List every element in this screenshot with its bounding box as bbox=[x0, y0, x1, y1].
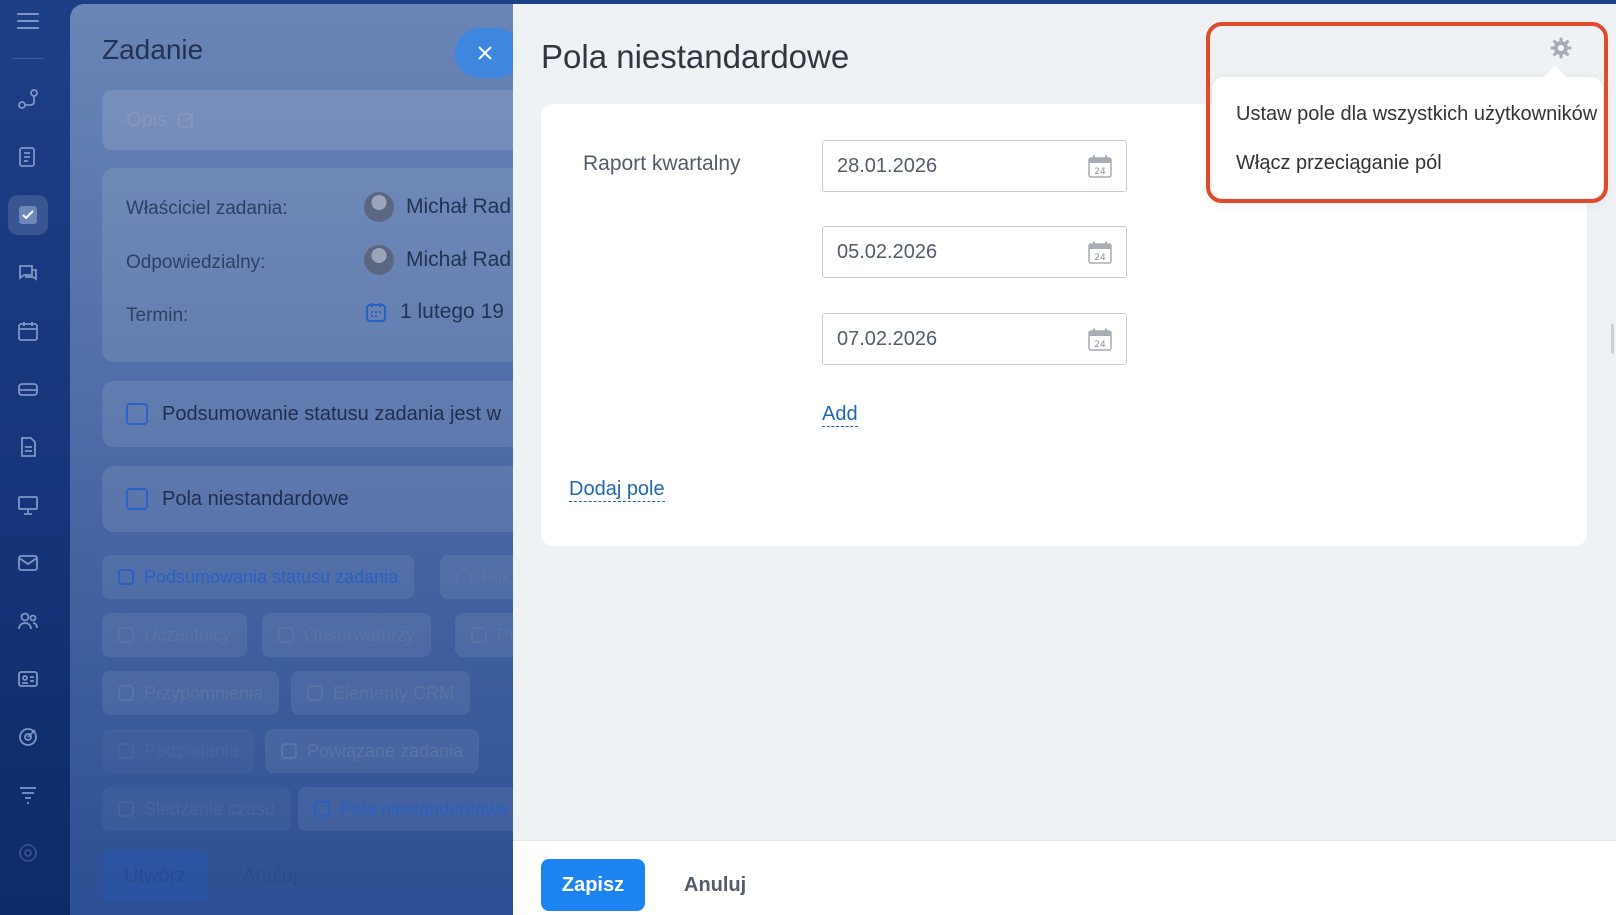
description-placeholder: Opis bbox=[126, 108, 168, 131]
chip-label: Powiązane zadania bbox=[307, 740, 464, 761]
flow-icon bbox=[471, 627, 487, 643]
tasks-icon[interactable] bbox=[8, 195, 48, 235]
chip-observers[interactable]: Obserwatorzy bbox=[262, 613, 432, 657]
chip-label: Pola niestandardowe bbox=[340, 798, 509, 819]
chip-label: Uczestnicy bbox=[144, 624, 232, 645]
chat-icon[interactable] bbox=[8, 253, 48, 293]
chip-time-tracking[interactable]: Śledzenie czasu bbox=[102, 787, 292, 831]
chip-subtasks[interactable]: Podzadania bbox=[102, 729, 255, 773]
notes-icon[interactable] bbox=[8, 137, 48, 177]
chip-label: Przypomnienia bbox=[144, 682, 264, 703]
documents-icon[interactable] bbox=[8, 427, 48, 467]
svg-text:24: 24 bbox=[1094, 253, 1106, 263]
chip-participants[interactable]: Uczestnicy bbox=[102, 613, 248, 657]
hamburger-menu-icon[interactable] bbox=[17, 10, 39, 32]
date-value: 05.02.2026 bbox=[837, 240, 938, 263]
footer-bar: Zapisz Anuluj bbox=[513, 840, 1616, 915]
owner-name: Michał Rad bbox=[406, 195, 512, 218]
chip-related-tasks[interactable]: Powiązane zadania bbox=[265, 729, 480, 773]
user-icon bbox=[118, 627, 134, 643]
deadline-label: Termin: bbox=[126, 305, 189, 326]
drive-icon[interactable] bbox=[8, 369, 48, 409]
chip-label: Podzadania bbox=[144, 740, 240, 761]
chip-reminders[interactable]: Przypomnienia bbox=[102, 671, 280, 715]
add-value-link[interactable]: Add bbox=[822, 402, 858, 427]
funnel-icon[interactable] bbox=[8, 775, 48, 815]
calendar-icon bbox=[366, 303, 386, 322]
status-summary-icon bbox=[118, 569, 134, 585]
chip-status-summaries[interactable]: Podsumowania statusu zadania bbox=[102, 555, 415, 599]
deadline-value[interactable]: 1 lutego 19 bbox=[364, 300, 504, 324]
chip-crm-elements[interactable]: Elementy CRM bbox=[291, 671, 471, 715]
avatar bbox=[364, 245, 394, 275]
link-icon bbox=[281, 743, 297, 759]
task-meta-box: Właściciel zadania: Michał Rad Odpowiedz… bbox=[102, 168, 522, 362]
paperclip-icon bbox=[456, 569, 472, 585]
owner-label: Właściciel zadania: bbox=[126, 198, 288, 219]
custom-fields-section[interactable]: Pola niestandardowe bbox=[102, 466, 522, 532]
goals-icon[interactable] bbox=[8, 717, 48, 757]
save-button[interactable]: Zapisz bbox=[541, 859, 645, 911]
bell-icon bbox=[118, 685, 134, 701]
presentation-icon[interactable] bbox=[8, 485, 48, 525]
calendar-icon[interactable]: 24 bbox=[1088, 328, 1112, 351]
chip-label: Podsumowania statusu zadania bbox=[144, 566, 399, 587]
responsible-value[interactable]: Michał Rad bbox=[364, 245, 511, 275]
status-summary-icon bbox=[126, 403, 148, 425]
create-button[interactable]: Utwórz bbox=[102, 850, 209, 902]
responsible-label: Odpowiedzialny: bbox=[126, 252, 266, 273]
description-field[interactable]: Opis bbox=[102, 90, 522, 150]
calendar-icon[interactable]: 24 bbox=[1088, 155, 1112, 178]
svg-text:24: 24 bbox=[1094, 167, 1106, 177]
contacts-icon[interactable] bbox=[8, 601, 48, 641]
highlight-frame bbox=[1206, 22, 1608, 203]
chip-label: Plik bbox=[482, 566, 512, 587]
date-input-3[interactable]: 07.02.2026 24 bbox=[822, 313, 1127, 365]
avatar bbox=[364, 192, 394, 222]
status-summary-label: Podsumowanie statusu zadania jest w bbox=[162, 402, 502, 425]
eye-icon bbox=[278, 627, 294, 643]
chip-custom-fields[interactable]: Pola niestandardowe bbox=[298, 787, 525, 831]
task-title: Zadanie bbox=[102, 34, 204, 65]
custom-fields-label: Pola niestandardowe bbox=[162, 487, 349, 510]
date-input-1[interactable]: 28.01.2026 24 bbox=[822, 140, 1127, 192]
scrollbar[interactable] bbox=[1611, 324, 1614, 354]
close-icon bbox=[478, 46, 492, 60]
date-value: 28.01.2026 bbox=[837, 154, 938, 177]
date-value: 07.02.2026 bbox=[837, 327, 938, 350]
page-title: Pola niestandardowe bbox=[541, 38, 850, 75]
deadline-text: 1 lutego 19 bbox=[400, 300, 504, 323]
calendar-icon[interactable]: 24 bbox=[1088, 241, 1112, 264]
calendar-icon[interactable] bbox=[8, 311, 48, 351]
add-field-link[interactable]: Dodaj pole bbox=[569, 477, 665, 502]
owner-value[interactable]: Michał Rad bbox=[364, 192, 511, 222]
subtasks-icon bbox=[118, 743, 134, 759]
crm-card-icon[interactable] bbox=[8, 659, 48, 699]
mail-icon[interactable] bbox=[8, 543, 48, 583]
close-button[interactable] bbox=[455, 28, 521, 78]
responsible-name: Michał Rad bbox=[406, 248, 512, 271]
chip-label: Obserwatorzy bbox=[304, 624, 416, 645]
feed-icon[interactable] bbox=[8, 79, 48, 119]
clock-icon bbox=[118, 801, 134, 817]
field-label-quarterly-report: Raport kwartalny bbox=[583, 152, 741, 175]
status-summary-section[interactable]: Podsumowanie statusu zadania jest w bbox=[102, 381, 522, 447]
chip-label: Śledzenie czasu bbox=[144, 798, 276, 819]
task-cancel-button[interactable]: Anuluj bbox=[220, 850, 320, 902]
rail-divider bbox=[12, 58, 44, 59]
crm-icon bbox=[307, 685, 323, 701]
chip-label: Elementy CRM bbox=[333, 682, 455, 703]
left-nav-rail bbox=[0, 0, 56, 915]
settings-rail-icon[interactable] bbox=[8, 833, 48, 873]
svg-text:24: 24 bbox=[1094, 340, 1106, 350]
custom-fields-icon bbox=[126, 488, 148, 510]
custom-fields-icon bbox=[314, 801, 330, 817]
cancel-button[interactable]: Anuluj bbox=[684, 859, 746, 911]
edit-icon bbox=[178, 112, 195, 128]
date-input-2[interactable]: 05.02.2026 24 bbox=[822, 226, 1127, 278]
